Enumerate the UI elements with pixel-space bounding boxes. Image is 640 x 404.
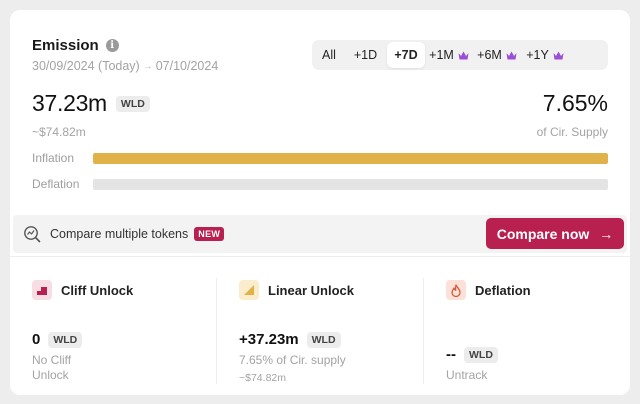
tab-plus-1y[interactable]: +1Y [521, 42, 569, 68]
tab-label: +1Y [526, 48, 549, 62]
token-badge: WLD [115, 95, 150, 112]
crown-icon [506, 51, 517, 59]
emission-card: Emission i 30/09/2024 (Today) → 07/10/20… [10, 10, 630, 395]
linear-value: +37.23m [239, 331, 299, 348]
token-badge: WLD [48, 331, 83, 348]
arrow-right-icon: → [599, 225, 614, 242]
cliff-unlock-title: Cliff Unlock [61, 282, 134, 298]
tab-plus-1m[interactable]: +1M [425, 42, 473, 68]
tab-plus-6m[interactable]: +6M [473, 42, 521, 68]
date-start: 30/09/2024 (Today) [32, 59, 140, 73]
crown-icon [553, 51, 564, 59]
cliff-value: 0 [32, 331, 41, 348]
amount-value: 37.23m [32, 90, 107, 116]
new-badge: NEW [194, 227, 225, 241]
deflation-value: -- WLD [446, 346, 498, 363]
linear-unlock-title: Linear Unlock [268, 282, 354, 298]
token-badge: WLD [306, 331, 341, 348]
tab-plus-1d[interactable]: +1D [344, 42, 387, 68]
tab-label: +7D [394, 48, 418, 62]
compare-chart-icon [24, 226, 41, 243]
cliff-unlock-header: Cliff Unlock [32, 280, 133, 300]
linear-unlock-value: +37.23m WLD [239, 331, 341, 348]
inflation-bar-fill [93, 152, 608, 164]
deflation-sub-text: Untrack [446, 368, 488, 382]
cliff-sub-text: No Cliff Unlock [32, 353, 72, 382]
linear-sub-text: 7.65% of Cir. supply [239, 353, 346, 367]
cliff-unlock-column: Cliff Unlock 0 WLD No Cliff Unlock [10, 256, 216, 395]
inflation-row: Inflation [32, 151, 608, 165]
tab-all[interactable]: All [314, 42, 344, 68]
emission-amount: 37.23m WLD [32, 90, 150, 117]
amount-usd: ~$74.82m [32, 125, 86, 139]
crown-icon [458, 51, 469, 59]
flame-icon [446, 280, 466, 300]
date-range: 30/09/2024 (Today) → 07/10/2024 [32, 59, 218, 73]
deflation-column: Deflation -- WLD Untrack [424, 256, 630, 395]
tab-plus-7d[interactable]: +7D [387, 42, 425, 68]
deflation-title: Deflation [475, 282, 531, 298]
compare-text: Compare multiple tokens [50, 227, 189, 241]
range-tabs: All +1D +7D +1M +6M +1Y [312, 40, 608, 70]
date-end: 07/10/2024 [155, 59, 219, 73]
linear-unlock-header: Linear Unlock [239, 280, 354, 300]
tab-label: +1M [429, 48, 454, 62]
inflation-label: Inflation [32, 151, 75, 165]
deflation-value-text: -- [446, 346, 456, 363]
title-text: Emission [32, 37, 99, 54]
arrow-right-icon: → [142, 60, 153, 72]
token-badge: WLD [464, 346, 498, 363]
deflation-row: Deflation [32, 177, 608, 191]
deflation-bar-track [93, 178, 608, 190]
linear-unlock-column: Linear Unlock +37.23m WLD 7.65% of Cir. … [217, 256, 423, 395]
inflation-bar-track [93, 152, 608, 164]
emission-title: Emission i [32, 37, 119, 54]
tab-label: +6M [477, 48, 502, 62]
supply-percent: 7.65% [542, 90, 608, 116]
tab-label: +1D [353, 48, 378, 62]
compare-button-label: Compare now [496, 225, 590, 242]
deflation-header: Deflation [446, 280, 531, 300]
compare-now-button[interactable]: Compare now → [486, 218, 624, 249]
linear-unlock-icon [239, 280, 259, 300]
cliff-unlock-value: 0 WLD [32, 331, 83, 348]
linear-usd: ~$74.82m [239, 372, 286, 384]
info-icon[interactable]: i [105, 39, 119, 52]
supply-percent-label: of Cir. Supply [536, 125, 608, 139]
deflation-label: Deflation [32, 177, 80, 191]
tab-label: All [322, 48, 336, 62]
compare-banner: Compare multiple tokens NEW Compare now … [13, 215, 627, 253]
cliff-unlock-icon [32, 280, 52, 300]
